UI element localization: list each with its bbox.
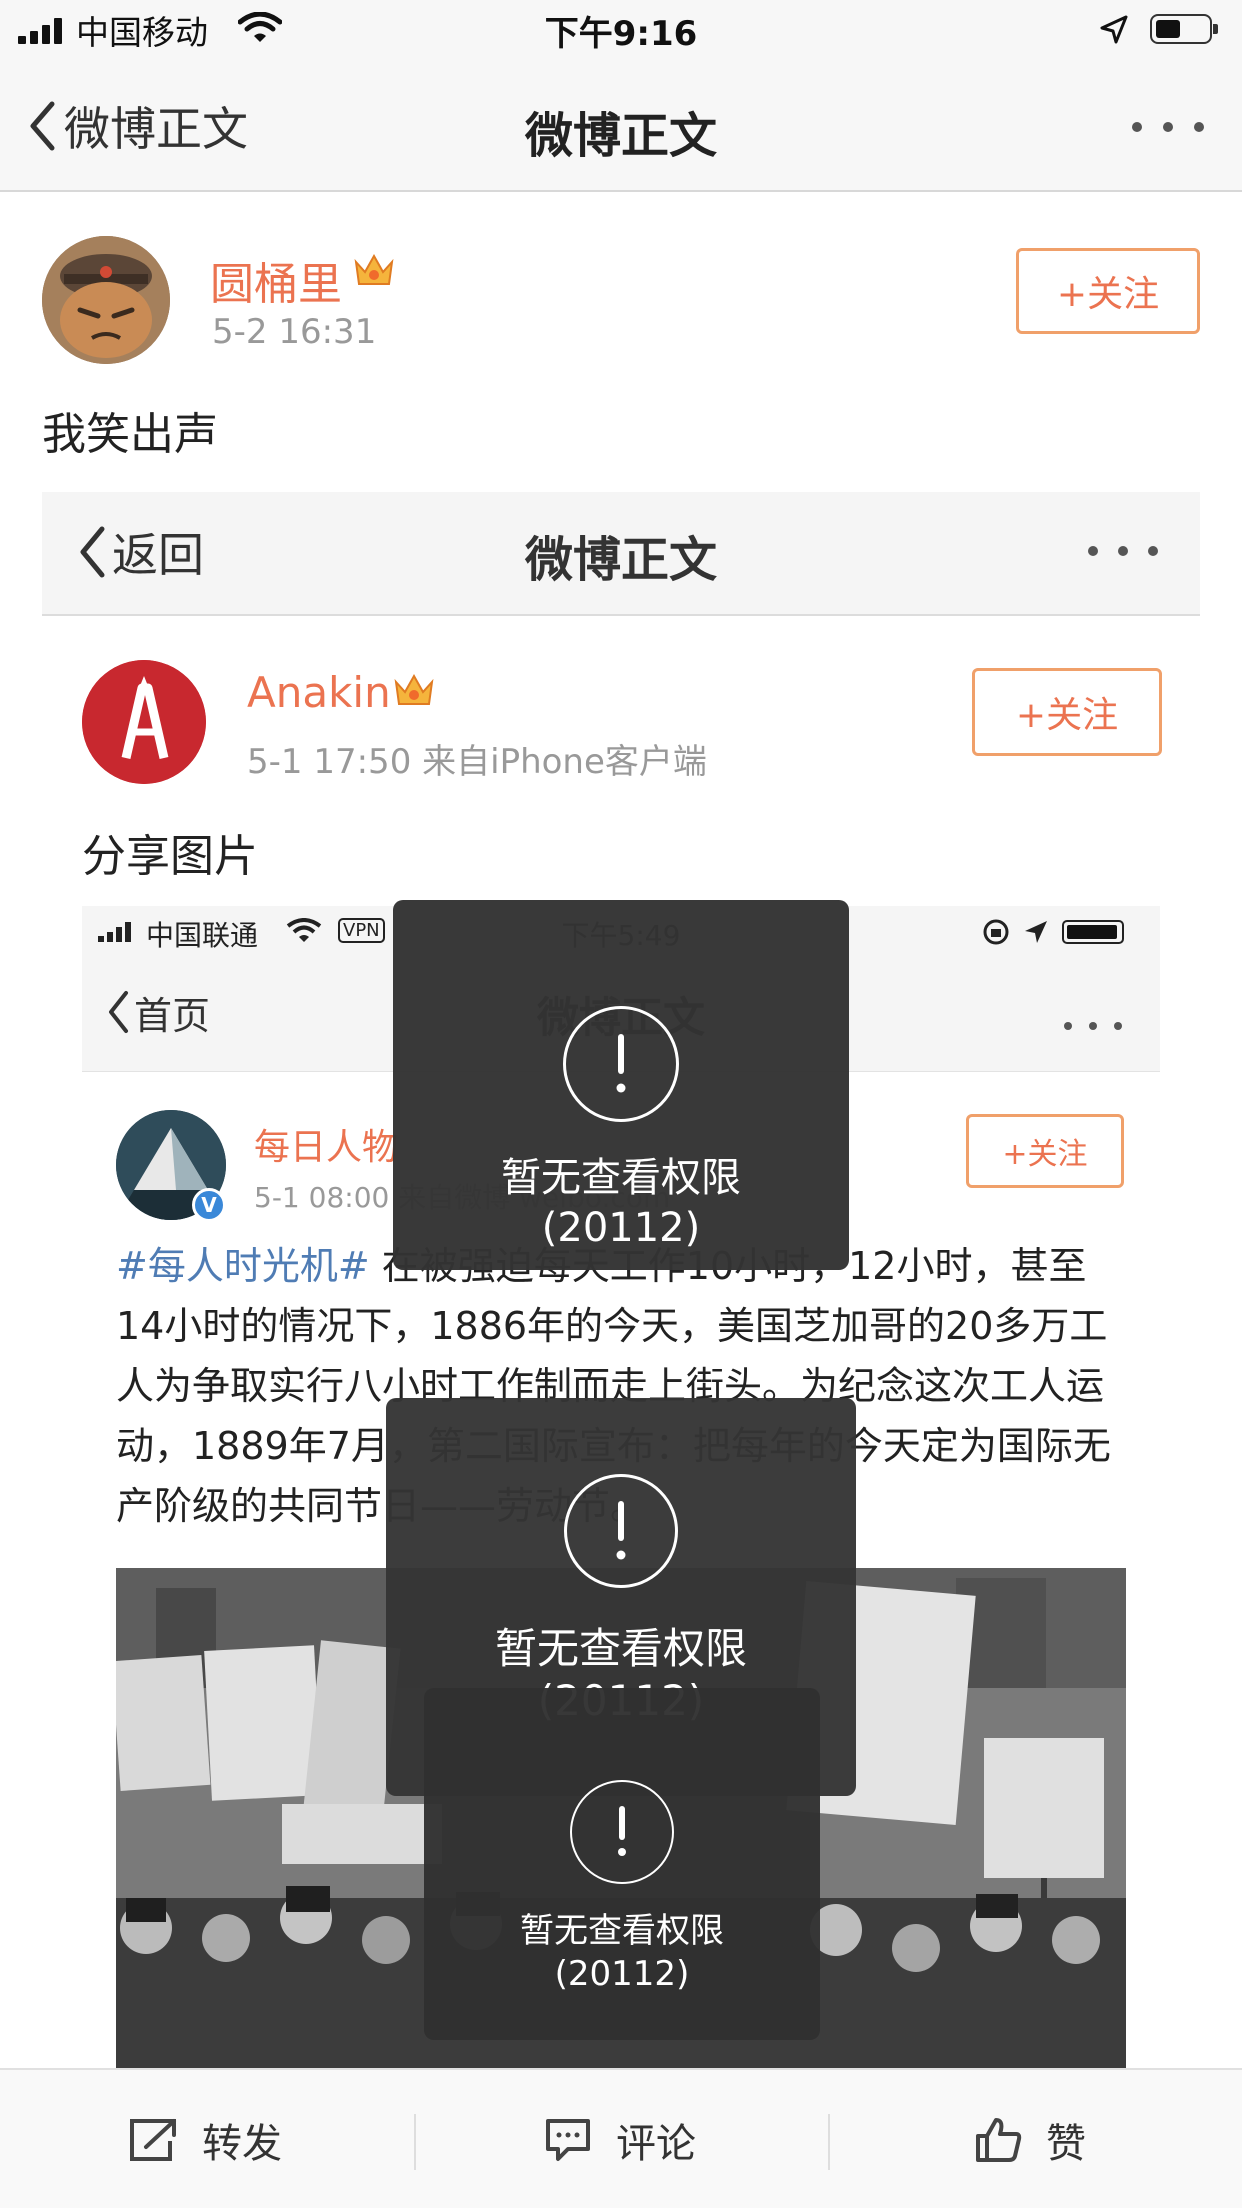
- toast-code: (20112): [554, 1954, 690, 1994]
- rotation-lock-icon: [983, 919, 1009, 945]
- battery-icon: [1062, 920, 1124, 944]
- permission-toast: 暂无查看权限 (20112): [424, 1688, 820, 2040]
- repost-button[interactable]: 转发: [128, 2070, 282, 2210]
- embedded-post-text: 分享图片: [82, 831, 258, 882]
- like-button[interactable]: 赞: [974, 2070, 1086, 2210]
- comment-icon: [546, 2119, 590, 2161]
- avatar[interactable]: [42, 236, 170, 364]
- repost-icon: [130, 2119, 176, 2161]
- status-bar: 中国移动 下午9:16: [0, 0, 1242, 60]
- nav-bar: 微博正文 微博正文: [0, 60, 1242, 192]
- embedded-follow-button: +关注: [972, 668, 1162, 756]
- toolbar-divider: [414, 2114, 416, 2170]
- post-text: 我笑出声: [42, 409, 218, 460]
- status-time: 下午9:16: [544, 14, 698, 54]
- toast-message: 暂无查看权限: [494, 1624, 747, 1673]
- thumbs-up-icon: [976, 2118, 1022, 2162]
- alert-icon: [563, 1006, 679, 1122]
- alert-icon: [564, 1474, 678, 1588]
- alert-icon: [570, 1780, 674, 1884]
- nested-author-name: 每日人物: [254, 1127, 399, 1168]
- toolbar-divider: [828, 2114, 830, 2170]
- location-arrow-icon: [1025, 921, 1047, 943]
- embedded-post-meta: 5-1 17:50 来自iPhone客户端: [247, 742, 707, 782]
- permission-toast: 暂无查看权限 (20112): [393, 900, 849, 1270]
- comment-label: 评论: [616, 2121, 696, 2167]
- post-time: 5-2 16:31: [212, 312, 377, 352]
- battery-icon: [1150, 14, 1218, 44]
- repost-label: 转发: [202, 2121, 282, 2167]
- toast-code: (20112): [541, 1205, 701, 1251]
- more-icon[interactable]: [1132, 122, 1204, 136]
- like-label: 赞: [1046, 2121, 1086, 2167]
- embedded-avatar: [82, 660, 206, 784]
- embedded-title: 微博正文: [524, 532, 717, 588]
- more-icon: [1064, 1022, 1122, 1032]
- vip-crown-icon: [394, 673, 434, 705]
- embedded-nav-bar: 返回 微博正文: [42, 492, 1200, 616]
- page-title: 微博正文: [524, 108, 717, 164]
- hashtag-link: #每人时光机#: [116, 1244, 370, 1288]
- toast-message: 暂无查看权限: [501, 1155, 741, 1201]
- more-icon: [1088, 546, 1158, 560]
- location-arrow-icon: [1100, 15, 1128, 44]
- comment-button[interactable]: 评论: [544, 2070, 696, 2210]
- action-toolbar: 转发 评论 赞: [0, 2068, 1242, 2208]
- follow-button[interactable]: +关注: [1016, 248, 1200, 334]
- embedded-author-name: Anakin: [247, 668, 391, 717]
- verified-icon: V: [192, 1188, 226, 1222]
- author-name[interactable]: 圆桶里: [210, 248, 342, 312]
- nested-follow-button: +关注: [966, 1114, 1124, 1188]
- vip-crown-icon: [354, 253, 394, 285]
- toast-message: 暂无查看权限: [520, 1911, 724, 1951]
